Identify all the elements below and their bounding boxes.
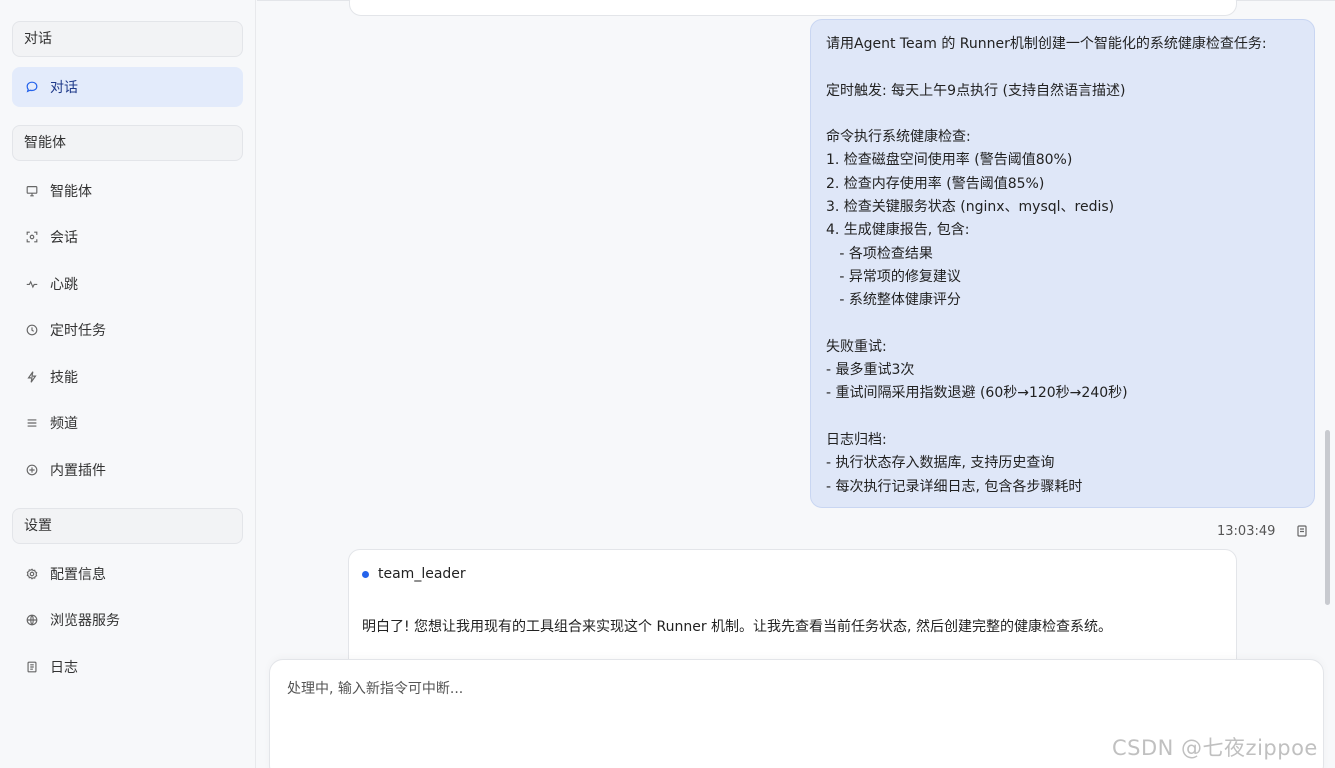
user-message-line: - 系统整体健康评分 <box>826 292 961 309</box>
user-message-line: - 重试间隔采用指数退避 (60秒→120秒→240秒) <box>826 385 1128 402</box>
nav-item-label: 日志 <box>50 660 78 676</box>
scan-icon <box>24 229 40 245</box>
user-message-line: 失败重试: <box>826 338 887 355</box>
gear-icon <box>24 566 40 582</box>
nav-item-browser-service[interactable]: 浏览器服务 <box>12 600 243 640</box>
nav-item-label: 频道 <box>50 416 78 432</box>
user-message-line: - 最多重试3次 <box>826 362 915 379</box>
user-message-line: - 异常项的修复建议 <box>826 268 961 285</box>
nav-item-label: 配置信息 <box>50 567 106 583</box>
nav-item-label: 内置插件 <box>50 463 106 479</box>
user-message-line: 日志归档: <box>826 432 887 449</box>
lightning-icon <box>24 369 40 385</box>
nav-item-chat[interactable]: 对话 <box>12 67 243 107</box>
clock-icon <box>24 322 40 338</box>
nav-item-skills[interactable]: 技能 <box>12 357 243 397</box>
user-message-line: - 每次执行记录详细日志, 包含各步骤耗时 <box>826 478 1083 495</box>
watermark: CSDN @七夜zippoe <box>1112 736 1318 760</box>
section-header-chat: 对话 <box>12 21 243 57</box>
chat-bubble-icon <box>24 79 40 95</box>
nav-item-channels[interactable]: 频道 <box>12 403 243 443</box>
user-message-line: 2. 检查内存使用率 (警告阈值85%) <box>826 175 1045 192</box>
user-message-bubble: 请用Agent Team 的 Runner机制创建一个智能化的系统健康检查任务:… <box>810 19 1315 508</box>
nav-item-logs[interactable]: 日志 <box>12 647 243 687</box>
user-message-line <box>826 313 1299 336</box>
nav-item-label: 定时任务 <box>50 323 106 339</box>
agent-name-label: team_leader <box>378 566 466 582</box>
user-message-line <box>826 406 1299 429</box>
section-header-agents: 智能体 <box>12 125 243 161</box>
message-input[interactable] <box>287 678 1287 738</box>
nav-item-label: 智能体 <box>50 184 92 200</box>
user-message-line: - 各项检查结果 <box>826 245 933 262</box>
chat-area: 请用Agent Team 的 Runner机制创建一个智能化的系统健康检查任务:… <box>257 0 1335 768</box>
globe-icon <box>24 612 40 628</box>
section-header-settings: 设置 <box>12 508 243 544</box>
nav-item-sessions[interactable]: 会话 <box>12 217 243 257</box>
user-message-line: 1. 检查磁盘空间使用率 (警告阈值80%) <box>826 152 1073 169</box>
user-message-line: 命令执行系统健康检查: <box>826 129 971 146</box>
nav-item-label: 技能 <box>50 370 78 386</box>
monitor-icon <box>24 183 40 199</box>
agent-name: team_leader <box>362 566 466 582</box>
copy-icon[interactable] <box>1295 524 1309 538</box>
nav-item-builtin-plugins[interactable]: 内置插件 <box>12 450 243 490</box>
nav-item-heartbeat[interactable]: 心跳 <box>12 264 243 304</box>
user-message-line: 定时触发: 每天上午9点执行 (支持自然语言描述) <box>826 82 1126 99</box>
nav-item-scheduled-tasks[interactable]: 定时任务 <box>12 310 243 350</box>
nav-item-label: 心跳 <box>50 277 78 293</box>
user-message-line: - 执行状态存入数据库, 支持历史查询 <box>826 455 1055 472</box>
nav-item-agents[interactable]: 智能体 <box>12 171 243 211</box>
lines-icon <box>24 415 40 431</box>
plus-circle-icon <box>24 462 40 478</box>
message-timestamp: 13:03:49 <box>1217 523 1276 539</box>
nav-item-label: 会话 <box>50 230 78 246</box>
pulse-icon <box>24 276 40 292</box>
agent-message-text: 明白了! 您想让我用现有的工具组合来实现这个 Runner 机制。让我先查看当前… <box>362 619 1112 635</box>
nav-item-label: 浏览器服务 <box>50 613 120 629</box>
message-meta: 13:03:49 <box>1217 521 1309 541</box>
user-message-line <box>826 103 1299 126</box>
user-message-line: 3. 检查关键服务状态 (nginx、mysql、redis) <box>826 199 1115 216</box>
user-message-line: 请用Agent Team 的 Runner机制创建一个智能化的系统健康检查任务: <box>826 36 1267 52</box>
user-message-line <box>826 56 1299 79</box>
scrollbar[interactable] <box>1325 430 1330 605</box>
document-icon <box>24 659 40 675</box>
previous-message-bubble <box>349 0 1237 16</box>
user-message-line: 4. 生成健康报告, 包含: <box>826 222 970 239</box>
sidebar: 对话 对话 智能体 智能体 会话 心跳 定时任务 技能 频道 内置插件 设置 配… <box>0 0 256 768</box>
nav-item-config[interactable]: 配置信息 <box>12 554 243 594</box>
status-dot-icon <box>362 570 369 578</box>
nav-item-label: 对话 <box>50 80 78 96</box>
